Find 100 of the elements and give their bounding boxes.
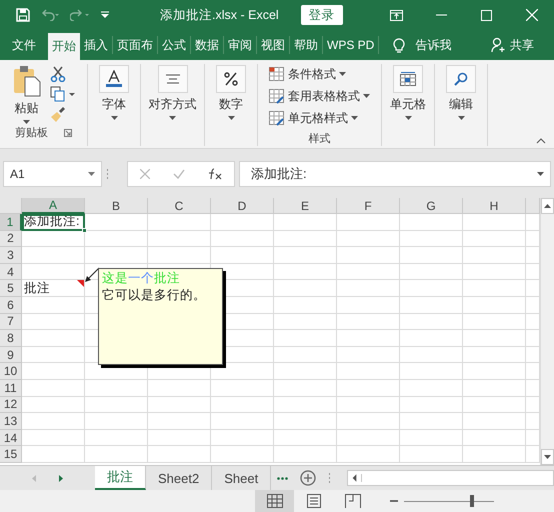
- add-sheet-icon[interactable]: [300, 470, 316, 486]
- row-header[interactable]: 9: [0, 346, 22, 364]
- maximize-icon[interactable]: [481, 10, 492, 20]
- more-sheets-icon[interactable]: [277, 476, 288, 480]
- drag-handle-icon[interactable]: [328, 473, 332, 483]
- check-icon[interactable]: [172, 168, 185, 178]
- column-header[interactable]: A: [22, 198, 85, 214]
- customize-caret-icon[interactable]: [100, 11, 110, 19]
- ribbon-display-icon[interactable]: [390, 10, 403, 20]
- row-header[interactable]: 5: [0, 280, 22, 297]
- ribbon-tab[interactable]: 文件: [0, 36, 48, 54]
- table-style-icon: [269, 88, 285, 104]
- collapse-ribbon-icon[interactable]: [536, 138, 546, 144]
- paintbrush-icon[interactable]: [50, 106, 66, 122]
- scissors-icon[interactable]: [50, 66, 66, 82]
- font-button[interactable]: 字体: [99, 64, 129, 121]
- table-cell: [85, 230, 148, 248]
- table-style-icon: [269, 110, 285, 126]
- ribbon-tab[interactable]: 帮助: [290, 36, 323, 54]
- horizontal-scrollbar[interactable]: [347, 470, 554, 486]
- row-header[interactable]: 7: [0, 314, 22, 330]
- column-header[interactable]: C: [148, 198, 211, 214]
- window-title: 添加批注.xlsx - Excel: [160, 6, 279, 24]
- tell-me-button[interactable]: 告诉我: [387, 30, 458, 60]
- view-button[interactable]: [255, 490, 294, 512]
- ribbon-tab[interactable]: 数据: [191, 36, 224, 54]
- page-break-icon: [344, 494, 360, 508]
- ribbon-tab[interactable]: 页面布: [113, 36, 158, 54]
- row-header[interactable]: 3: [0, 247, 22, 264]
- row-header[interactable]: 2: [0, 230, 22, 248]
- paste-button[interactable]: 粘贴: [12, 64, 42, 125]
- sheet-tab[interactable]: 批注: [95, 466, 146, 490]
- column-header[interactable]: D: [211, 198, 274, 214]
- number-button[interactable]: 数字: [216, 64, 246, 121]
- cells-button[interactable]: 单元格: [390, 64, 426, 121]
- row-header[interactable]: 1: [0, 214, 22, 231]
- table-cell: [274, 396, 337, 414]
- table-cell: [463, 363, 526, 380]
- row-header[interactable]: 4: [0, 264, 22, 280]
- row-header[interactable]: 12: [0, 396, 22, 414]
- row-header[interactable]: 8: [0, 330, 22, 347]
- caret-icon: [404, 116, 412, 120]
- ribbon-tab[interactable]: WPS PD: [323, 36, 380, 54]
- sign-in-button[interactable]: 登录: [300, 5, 343, 25]
- row-header[interactable]: 6: [0, 296, 22, 314]
- scroll-up-icon[interactable]: [544, 204, 551, 208]
- row-header[interactable]: 11: [0, 380, 22, 397]
- row-header[interactable]: 13: [0, 413, 22, 430]
- scroll-down-icon[interactable]: [544, 455, 551, 459]
- table-cell: [337, 380, 400, 397]
- share-button[interactable]: 共享: [485, 30, 540, 60]
- caret-icon: [458, 116, 464, 120]
- style-menu-button[interactable]: 套用表格格式: [269, 86, 370, 106]
- drag-handle-icon[interactable]: [106, 168, 109, 178]
- copy-icon[interactable]: [50, 86, 76, 102]
- group-label: 样式: [308, 132, 330, 146]
- table-cell: [400, 296, 463, 314]
- column-header[interactable]: H: [463, 198, 526, 214]
- row-header[interactable]: 15: [0, 446, 22, 463]
- zoom-slider-thumb[interactable]: [470, 495, 474, 507]
- table-cell: [400, 380, 463, 397]
- column-header[interactable]: F: [337, 198, 400, 214]
- ribbon-tab[interactable]: 视图: [257, 36, 290, 54]
- table-cell: [463, 446, 526, 463]
- ribbon-tab[interactable]: 开始: [48, 33, 80, 60]
- function-icon[interactable]: [208, 168, 222, 180]
- table-cell: [400, 230, 463, 248]
- table-cell: [211, 396, 274, 414]
- dialog-launcher-icon[interactable]: [64, 128, 72, 136]
- alignment-button[interactable]: 对齐方式: [148, 64, 196, 121]
- row-header[interactable]: 14: [0, 430, 22, 446]
- table-cell: [463, 230, 526, 248]
- table-cell: [337, 396, 400, 414]
- ribbon-tab[interactable]: 审阅: [224, 36, 257, 54]
- vertical-scrollbar[interactable]: [540, 198, 554, 465]
- table-cell: [400, 280, 463, 297]
- column-header[interactable]: G: [400, 198, 463, 214]
- table-cell: [211, 413, 274, 430]
- style-menu-button[interactable]: 条件格式: [269, 64, 370, 84]
- name-box[interactable]: A1: [3, 160, 102, 186]
- align-center-icon: [166, 74, 180, 84]
- column-header[interactable]: E: [274, 198, 337, 214]
- next-sheet-icon[interactable]: [59, 474, 64, 482]
- formula-input[interactable]: 添加批注:: [239, 160, 551, 186]
- group-label: 剪贴板: [15, 126, 48, 140]
- table-cell: [274, 280, 337, 297]
- row-header[interactable]: 10: [0, 363, 22, 380]
- table-cell: [337, 314, 400, 330]
- save-icon[interactable]: [16, 8, 30, 22]
- ribbon-tab[interactable]: 插入: [80, 36, 113, 54]
- table-cell: [85, 430, 148, 446]
- column-header[interactable]: B: [85, 198, 148, 214]
- table-cell: [148, 446, 211, 463]
- editing-button[interactable]: 编辑: [446, 64, 476, 121]
- table-cell: [148, 247, 211, 264]
- minimize-icon[interactable]: [436, 14, 447, 16]
- ribbon-tab[interactable]: 公式: [158, 36, 191, 54]
- close-icon[interactable]: [526, 9, 538, 21]
- style-menu-button[interactable]: 单元格样式: [269, 108, 370, 128]
- table-cell: [400, 430, 463, 446]
